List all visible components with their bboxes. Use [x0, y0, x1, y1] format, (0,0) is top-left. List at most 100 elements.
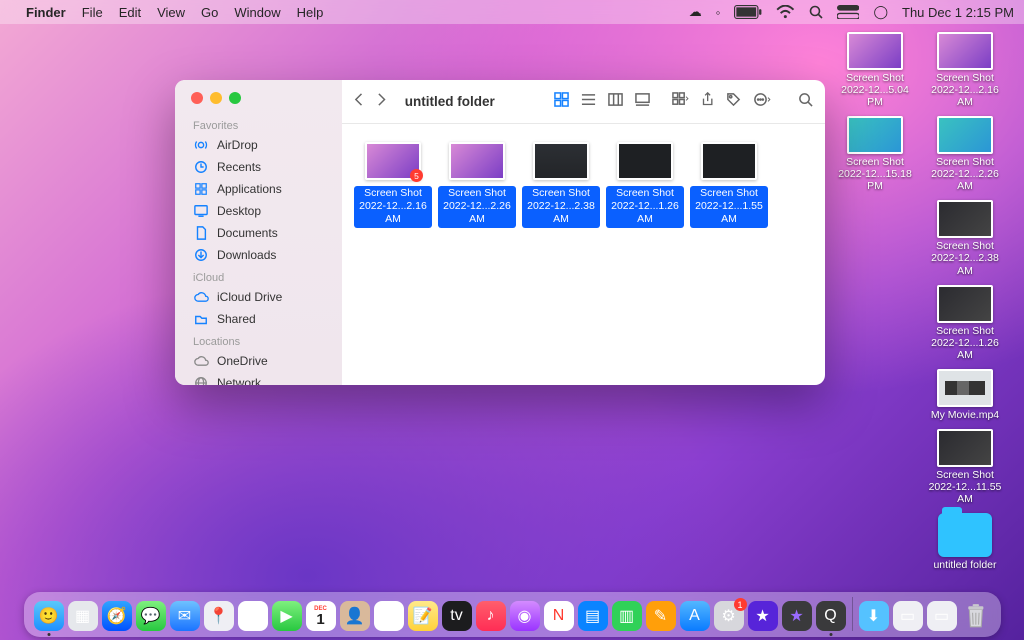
dock-appstore[interactable]: A [680, 601, 710, 631]
airdrop-icon [193, 138, 209, 152]
desktop-item[interactable]: Screen Shot2022-12...5.04 PM [836, 32, 914, 108]
menu-view[interactable]: View [157, 5, 185, 20]
file-thumbnail [701, 142, 757, 180]
dock-tv[interactable]: tv [442, 601, 472, 631]
search-button[interactable] [798, 92, 813, 112]
dock-launchpad[interactable]: ▦ [68, 601, 98, 631]
sidebar-item-label: Desktop [217, 204, 261, 218]
desktop-item[interactable]: Screen Shot2022-12...2.16 AM [926, 32, 1004, 108]
dock-settings[interactable]: ⚙︎1 [714, 601, 744, 631]
view-gallery-button[interactable] [635, 92, 650, 112]
dock-imovie[interactable]: ★ [782, 601, 812, 631]
desktop-icon-column-2: Screen Shot2022-12...2.16 AM Screen Shot… [924, 32, 1006, 571]
dock-downloads[interactable]: ⬇︎ [859, 601, 889, 631]
dock-recent2[interactable]: ▭ [927, 601, 957, 631]
apps-icon [193, 182, 209, 196]
dock-messages[interactable]: 💬 [136, 601, 166, 631]
file-label: Screen Shot2022-12...2.26 AM [438, 186, 516, 228]
file-item[interactable]: Screen Shot2022-12...2.26 AM [438, 142, 516, 228]
file-item[interactable]: Screen Shot2022-12...2.38 AM [522, 142, 600, 228]
group-by-button[interactable] [672, 92, 689, 112]
sidebar-item-documents[interactable]: Documents [179, 222, 338, 244]
dock-reminders[interactable]: ☰ [374, 601, 404, 631]
dock-news[interactable]: N [544, 601, 574, 631]
dock-clips[interactable]: ★ [748, 601, 778, 631]
finder-files-area[interactable]: 5 Screen Shot2022-12...2.16 AM Screen Sh… [342, 124, 825, 385]
nav-back-button[interactable] [354, 92, 363, 112]
dock-calendar[interactable]: DEC1 [306, 601, 336, 631]
desktop-item-label: untitled folder [924, 559, 1006, 571]
menu-go[interactable]: Go [201, 5, 218, 20]
desktop-item-label: Screen Shot2022-12...11.55 AM [924, 469, 1006, 505]
nav-forward-button[interactable] [377, 92, 386, 112]
desktop-item[interactable]: Screen Shot2022-12...15.18 PM [836, 116, 914, 192]
menu-edit[interactable]: Edit [119, 5, 141, 20]
dock-photos[interactable]: ✿ [238, 601, 268, 631]
file-item[interactable]: Screen Shot2022-12...1.26 AM [606, 142, 684, 228]
sidebar-item-network[interactable]: Network [179, 372, 338, 385]
status-wifi-icon[interactable] [776, 5, 795, 19]
dock-mail[interactable]: ✉︎ [170, 601, 200, 631]
desktop-item[interactable]: Screen Shot2022-12...1.26 AM [926, 285, 1004, 361]
desktop-item[interactable]: My Movie.mp4 [926, 369, 1004, 421]
view-icons-button[interactable] [554, 92, 569, 112]
view-list-button[interactable] [581, 92, 596, 112]
status-spotlight-icon[interactable] [809, 5, 823, 19]
desktop-item[interactable]: Screen Shot2022-12...2.26 AM [926, 116, 1004, 192]
dock-contacts[interactable]: 👤 [340, 601, 370, 631]
desktop-thumbnail [938, 513, 992, 557]
desktop-icon [193, 204, 209, 218]
dock-keynote[interactable]: ▤ [578, 601, 608, 631]
status-screenrec-icon[interactable]: ◦ [716, 5, 721, 20]
sidebar-item-shared[interactable]: Shared [179, 308, 338, 330]
window-minimize-button[interactable] [210, 92, 222, 104]
desktop-item-label: Screen Shot2022-12...1.26 AM [924, 325, 1006, 361]
file-item[interactable]: Screen Shot2022-12...1.55 AM [690, 142, 768, 228]
desktop-item[interactable]: Screen Shot2022-12...11.55 AM [926, 429, 1004, 505]
icloud-icon [193, 292, 209, 302]
dock-pages[interactable]: ✎ [646, 601, 676, 631]
sidebar-item-airdrop[interactable]: AirDrop [179, 134, 338, 156]
dock-finder[interactable]: 🙂 [34, 601, 64, 631]
view-columns-button[interactable] [608, 92, 623, 112]
menu-window[interactable]: Window [234, 5, 280, 20]
sidebar-item-downloads[interactable]: Downloads [179, 244, 338, 266]
dock-music[interactable]: ♪ [476, 601, 506, 631]
actions-button[interactable] [753, 92, 772, 112]
sidebar-item-desktop[interactable]: Desktop [179, 200, 338, 222]
dock-podcasts[interactable]: ◉ [510, 601, 540, 631]
dock-safari[interactable]: 🧭 [102, 601, 132, 631]
dock-notes[interactable]: 📝 [408, 601, 438, 631]
shared-icon [193, 313, 209, 325]
sidebar-item-applications[interactable]: Applications [179, 178, 338, 200]
dock-maps[interactable]: 📍 [204, 601, 234, 631]
dock-numbers[interactable]: ▥ [612, 601, 642, 631]
menu-file[interactable]: File [82, 5, 103, 20]
status-controlcenter-icon[interactable] [837, 5, 859, 19]
sidebar-item-recents[interactable]: Recents [179, 156, 338, 178]
dock-quicktime[interactable]: Q [816, 601, 846, 631]
file-item[interactable]: 5 Screen Shot2022-12...2.16 AM [354, 142, 432, 228]
status-cloud-icon[interactable]: ☁︎ [689, 4, 702, 20]
tags-button[interactable] [726, 92, 741, 112]
desktop-thumbnail [937, 32, 993, 70]
dock-recent1[interactable]: ▭ [893, 601, 923, 631]
sidebar-item-onedrive[interactable]: OneDrive [179, 350, 338, 372]
menu-app-name[interactable]: Finder [26, 5, 66, 20]
status-siri-icon[interactable]: ◯ [873, 4, 888, 20]
sidebar-section-label: Favorites [179, 114, 338, 134]
sidebar-item-icloud-drive[interactable]: iCloud Drive [179, 286, 338, 308]
window-title: untitled folder [405, 94, 495, 109]
desktop-thumbnail [847, 32, 903, 70]
window-close-button[interactable] [191, 92, 203, 104]
menu-help[interactable]: Help [297, 5, 324, 20]
dock-facetime[interactable]: ▶ [272, 601, 302, 631]
dock-trash[interactable] [961, 601, 991, 631]
window-zoom-button[interactable] [229, 92, 241, 104]
status-battery-icon[interactable] [734, 5, 762, 19]
desktop-thumbnail [847, 116, 903, 154]
desktop-item[interactable]: untitled folder [926, 513, 1004, 571]
menubar-datetime[interactable]: Thu Dec 1 2:15 PM [902, 5, 1014, 20]
desktop-item[interactable]: Screen Shot2022-12...2.38 AM [926, 200, 1004, 276]
share-button[interactable] [701, 92, 714, 112]
